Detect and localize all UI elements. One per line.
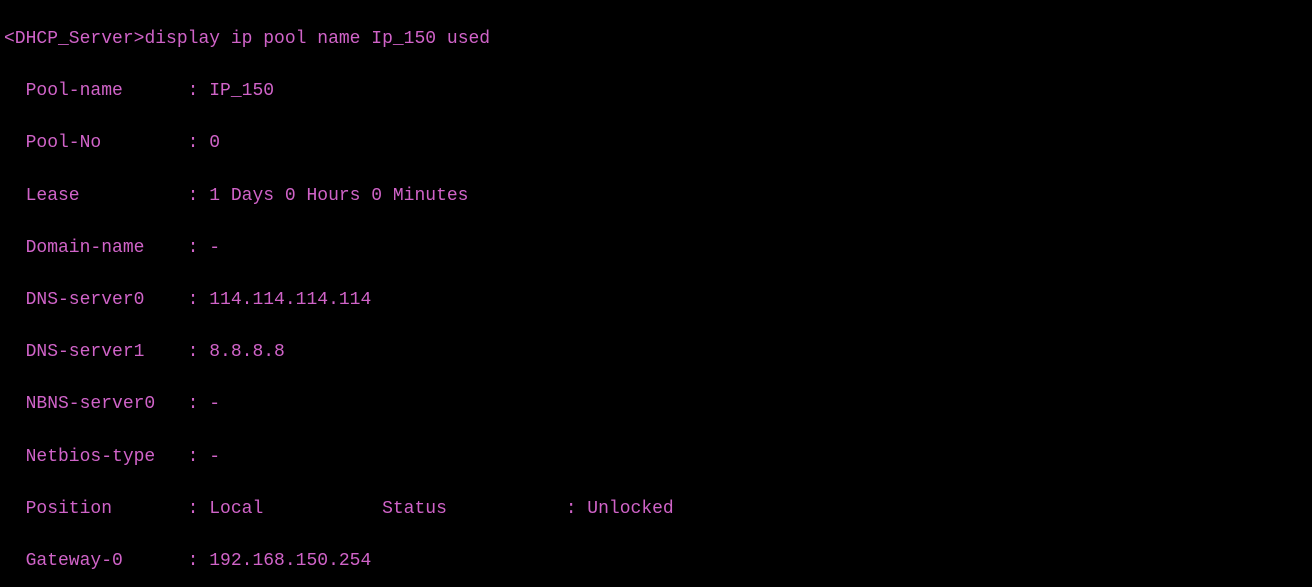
lease-label: Lease <box>4 186 188 206</box>
pool-no-value: : 0 <box>188 133 220 153</box>
dns0-value: : 114.114.114.114 <box>188 290 372 310</box>
terminal-output[interactable]: <DHCP_Server>display ip pool name Ip_150… <box>0 0 1312 587</box>
nbns-value: : - <box>188 394 220 414</box>
nbns-label: NBNS-server0 <box>4 394 188 414</box>
position-status-value: : Local Status : Unlocked <box>188 499 674 519</box>
domain-name-value: : - <box>188 238 220 258</box>
gateway-label: Gateway-0 <box>4 551 188 571</box>
domain-name-label: Domain-name <box>4 238 188 258</box>
dns0-label: DNS-server0 <box>4 290 188 310</box>
pool-name-label: Pool-name <box>4 81 188 101</box>
dns1-label: DNS-server1 <box>4 342 188 362</box>
netbios-value: : - <box>188 447 220 467</box>
netbios-label: Netbios-type <box>4 447 188 467</box>
prompt: <DHCP_Server> <box>4 29 144 49</box>
dns1-value: : 8.8.8.8 <box>188 342 285 362</box>
pool-no-label: Pool-No <box>4 133 188 153</box>
position-label: Position <box>4 499 188 519</box>
gateway-value: : 192.168.150.254 <box>188 551 372 571</box>
command-text: display ip pool name Ip_150 used <box>144 29 490 49</box>
pool-name-value: : IP_150 <box>188 81 274 101</box>
lease-value: : 1 Days 0 Hours 0 Minutes <box>188 186 469 206</box>
